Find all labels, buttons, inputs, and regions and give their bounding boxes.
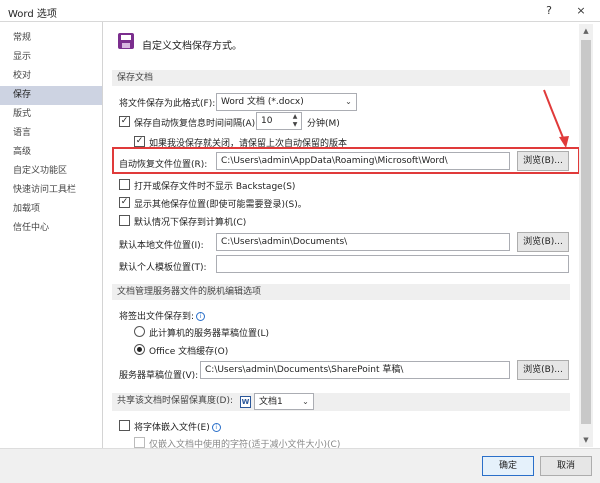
- sidebar-item-proofing[interactable]: 校对: [0, 67, 102, 86]
- radio-office-cache-label: Office 文档缓存(O): [149, 347, 229, 357]
- sidebar-item-layout[interactable]: 版式: [0, 105, 102, 124]
- sidebar-item-advanced[interactable]: 高级: [0, 143, 102, 162]
- sidebar-item-language[interactable]: 语言: [0, 124, 102, 143]
- scroll-up-icon[interactable]: ▲: [579, 24, 593, 38]
- show-other-locations-checkbox[interactable]: ✓: [119, 197, 130, 208]
- autorecover-checkbox[interactable]: ✓: [119, 116, 130, 127]
- ok-button[interactable]: 确定: [482, 456, 534, 476]
- embed-fonts-label: 将字体嵌入文件(E) i: [134, 420, 221, 433]
- spin-down-icon[interactable]: ▼: [290, 121, 300, 129]
- sidebar-item-customize-ribbon[interactable]: 自定义功能区: [0, 162, 102, 181]
- word-doc-icon: W: [240, 396, 251, 408]
- share-doc-select[interactable]: 文档1 ⌄: [254, 393, 314, 410]
- page-header: 自定义文档保存方式。: [142, 41, 242, 52]
- format-select[interactable]: Word 文档 (*.docx) ⌄: [216, 93, 357, 111]
- sidebar-item-display[interactable]: 显示: [0, 48, 102, 67]
- title-bar: Word 选项 ? ×: [0, 0, 600, 22]
- red-arrow-icon: [543, 89, 569, 148]
- section-share-fidelity: 共享该文档时保留保真度(D):: [112, 393, 570, 411]
- chevron-down-icon: ⌄: [302, 397, 309, 406]
- autorecover-path-input[interactable]: C:\Users\admin\AppData\Roaming\Microsoft…: [216, 152, 510, 170]
- radio-server-drafts-label: 此计算机的服务器草稿位置(L): [149, 329, 270, 339]
- autorecover-minutes-spinner[interactable]: 10 ▲ ▼: [256, 112, 302, 130]
- radio-office-cache[interactable]: [134, 344, 145, 355]
- embed-used-chars-checkbox[interactable]: [134, 437, 145, 448]
- browse-local-button[interactable]: 浏览(B)...: [517, 232, 569, 252]
- checkout-label: 将签出文件保存到: i: [119, 309, 206, 322]
- sidebar-item-quick-access[interactable]: 快速访问工具栏: [0, 181, 102, 200]
- scroll-thumb[interactable]: [581, 40, 591, 424]
- default-computer-label: 默认情况下保存到计算机(C): [134, 218, 247, 228]
- close-button[interactable]: ×: [570, 2, 592, 20]
- info-icon: i: [211, 423, 221, 432]
- help-button[interactable]: ?: [538, 2, 560, 20]
- window-title: Word 选项: [8, 9, 57, 20]
- show-other-locations-label: 显示其他保存位置(即使可能需要登录)(S)。: [134, 200, 307, 210]
- local-path-label: 默认本地文件位置(I):: [119, 241, 204, 251]
- radio-server-drafts[interactable]: [134, 326, 145, 337]
- drafts-path-label: 服务器草稿位置(V):: [119, 371, 199, 381]
- template-path-label: 默认个人模板位置(T):: [119, 263, 207, 273]
- save-icon: [118, 33, 134, 49]
- section-save-documents: 保存文档: [112, 70, 570, 86]
- no-backstage-checkbox[interactable]: [119, 179, 130, 190]
- template-path-input[interactable]: [216, 255, 569, 273]
- share-doc-value: 文档1: [259, 397, 283, 407]
- scroll-down-icon[interactable]: ▼: [579, 433, 593, 447]
- sidebar-item-addins[interactable]: 加载项: [0, 200, 102, 219]
- format-value: Word 文档 (*.docx): [221, 97, 304, 107]
- chevron-down-icon: ⌄: [345, 97, 352, 106]
- section-offline-editing: 文档管理服务器文件的脱机编辑选项: [112, 284, 570, 300]
- footer: 确定 取消: [0, 448, 600, 483]
- info-icon: i: [196, 312, 206, 321]
- sidebar: 常规 显示 校对 保存 版式 语言 高级 自定义功能区 快速访问工具栏 加载项 …: [0, 22, 103, 448]
- default-computer-checkbox[interactable]: [119, 215, 130, 226]
- scrollbar[interactable]: ▲ ▼: [579, 24, 593, 447]
- browse-drafts-button[interactable]: 浏览(B)...: [517, 360, 569, 380]
- drafts-path-input[interactable]: C:\Users\admin\Documents\SharePoint 草稿\: [200, 361, 510, 379]
- minutes-label: 分钟(M): [307, 119, 340, 129]
- local-path-input[interactable]: C:\Users\admin\Documents\: [216, 233, 510, 251]
- share-fidelity-label: 共享该文档时保留保真度(D):: [117, 396, 233, 406]
- no-backstage-label: 打开或保存文件时不显示 Backstage(S): [134, 182, 296, 192]
- autorecover-minutes-value: 10: [261, 116, 273, 126]
- format-label: 将文件保存为此格式(F):: [119, 99, 216, 109]
- autorecover-path-label: 自动恢复文件位置(R):: [119, 160, 208, 170]
- cancel-button[interactable]: 取消: [540, 456, 592, 476]
- autorecover-label: 保存自动恢复信息时间间隔(A): [134, 119, 256, 129]
- sidebar-item-save[interactable]: 保存: [0, 86, 102, 105]
- sidebar-item-trust-center[interactable]: 信任中心: [0, 219, 102, 238]
- sidebar-item-general[interactable]: 常规: [0, 29, 102, 48]
- browse-autorecover-button[interactable]: 浏览(B)...: [517, 151, 569, 171]
- embed-fonts-checkbox[interactable]: [119, 420, 130, 431]
- spin-up-icon[interactable]: ▲: [290, 113, 300, 121]
- keep-last-version-checkbox[interactable]: ✓: [134, 136, 145, 147]
